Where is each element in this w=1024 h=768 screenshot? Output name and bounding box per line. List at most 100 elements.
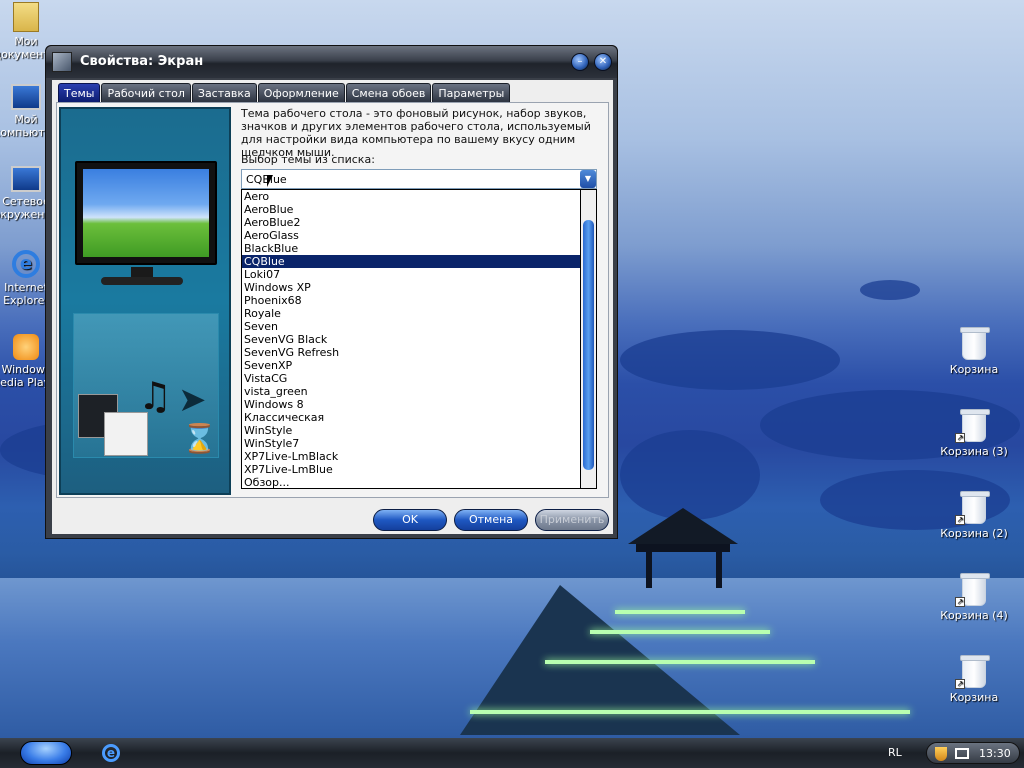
window-client-area: Темы Рабочий стол Заставка Оформление См… bbox=[52, 80, 613, 534]
theme-list-item[interactable]: AeroGlass bbox=[242, 229, 580, 242]
theme-list-item[interactable]: Phoenix68 bbox=[242, 294, 580, 307]
tab-settings[interactable]: Параметры bbox=[432, 83, 511, 102]
desktop-icon-recycle-bin-3[interactable]: ↗ Корзина (3) bbox=[938, 409, 1010, 458]
theme-list-item[interactable]: VistaCG bbox=[242, 372, 580, 385]
theme-list-item[interactable]: XP7Live-LmBlack bbox=[242, 450, 580, 463]
ie-icon: e bbox=[12, 250, 40, 278]
desktop-icon-label: Корзина (2) bbox=[940, 527, 1008, 540]
pier-light bbox=[615, 610, 745, 614]
tab-desktop[interactable]: Рабочий стол bbox=[101, 83, 191, 102]
pier-light bbox=[545, 660, 815, 664]
theme-list-item[interactable]: Loki07 bbox=[242, 268, 580, 281]
desktop-icon-recycle-bin-5[interactable]: ↗ Корзина bbox=[938, 655, 1010, 704]
hourglass-icon: ⌛ bbox=[182, 422, 217, 455]
desktop-icon-recycle-bin[interactable]: Корзина bbox=[938, 327, 1010, 376]
language-indicator[interactable]: RL bbox=[888, 746, 902, 759]
appearance-preview: ♫ ➤ ⌛ bbox=[73, 313, 219, 458]
music-note-icon: ♫ bbox=[138, 374, 173, 418]
theme-list-item[interactable]: WinStyle7 bbox=[242, 437, 580, 450]
theme-select[interactable]: CQBlue ▼ bbox=[241, 169, 597, 189]
cloud-decor bbox=[620, 430, 760, 520]
hut-roof bbox=[628, 508, 738, 544]
theme-list-scrollbar[interactable] bbox=[581, 189, 597, 489]
theme-list-item[interactable]: BlackBlue bbox=[242, 242, 580, 255]
system-tray: 13:30 bbox=[926, 742, 1020, 764]
theme-list-item[interactable]: SevenVG Black bbox=[242, 333, 580, 346]
close-button[interactable]: ✕ bbox=[594, 53, 612, 71]
shortcut-arrow-icon: ↗ bbox=[955, 597, 965, 607]
ok-button[interactable]: OK bbox=[373, 509, 447, 531]
theme-list-item[interactable]: SevenVG Refresh bbox=[242, 346, 580, 359]
apply-button[interactable]: Применить bbox=[535, 509, 609, 531]
theme-list-item[interactable]: WinStyle bbox=[242, 424, 580, 437]
media-player-icon bbox=[13, 334, 39, 360]
monitor-preview bbox=[75, 161, 217, 265]
folder-icon bbox=[13, 2, 39, 32]
recycle-bin-icon: ↗ bbox=[955, 491, 990, 525]
desktop-icon-label: Корзина (4) bbox=[940, 609, 1008, 622]
shortcut-arrow-icon: ↗ bbox=[955, 433, 965, 443]
display-icon bbox=[52, 52, 72, 72]
taskbar: e RL 13:30 bbox=[0, 738, 1024, 768]
tab-appearance[interactable]: Оформление bbox=[257, 83, 345, 102]
hut-post bbox=[646, 552, 652, 588]
hut-post bbox=[716, 552, 722, 588]
theme-list-item[interactable]: Aero bbox=[242, 190, 580, 203]
theme-list-item[interactable]: XP7Live-LmBlue bbox=[242, 463, 580, 476]
computer-icon bbox=[11, 84, 41, 110]
desktop-icon-recycle-bin-4[interactable]: ↗ Корзина (4) bbox=[938, 573, 1010, 622]
recycle-bin-icon: ↗ bbox=[955, 573, 990, 607]
desktop-icon-label: Корзина (3) bbox=[940, 445, 1008, 458]
tab-strip: Темы Рабочий стол Заставка Оформление См… bbox=[58, 83, 511, 103]
display-properties-window: Свойства: Экран – ✕ Темы Рабочий стол За… bbox=[45, 45, 618, 539]
preview-wallpaper bbox=[83, 169, 209, 257]
clock[interactable]: 13:30 bbox=[979, 747, 1011, 760]
monitor-stand bbox=[131, 267, 153, 277]
monitor-base bbox=[101, 277, 183, 285]
theme-description: Тема рабочего стола - это фоновый рисуно… bbox=[241, 107, 591, 159]
theme-list-item[interactable]: SevenXP bbox=[242, 359, 580, 372]
cursor-arrow-icon: ➤ bbox=[178, 380, 207, 420]
network-status-icon[interactable] bbox=[955, 748, 969, 759]
pier-light bbox=[470, 710, 910, 714]
theme-list-item[interactable]: Классическая bbox=[242, 411, 580, 424]
themes-tab-panel: ♫ ➤ ⌛ Тема рабочего стола - это фоновый … bbox=[56, 102, 609, 498]
help-button[interactable]: – bbox=[571, 53, 589, 71]
desktop-icon-label: Корзина bbox=[949, 691, 999, 704]
desktop-icon-label: Корзина bbox=[949, 363, 999, 376]
theme-list-item[interactable]: Seven bbox=[242, 320, 580, 333]
theme-list-item[interactable]: Windows 8 bbox=[242, 398, 580, 411]
mouse-cursor-icon bbox=[267, 175, 273, 187]
cloud-decor bbox=[620, 330, 840, 390]
security-shield-icon[interactable] bbox=[935, 747, 947, 761]
theme-list-item[interactable]: Обзор... bbox=[242, 476, 580, 488]
cancel-button[interactable]: Отмена bbox=[454, 509, 528, 531]
chevron-down-icon[interactable]: ▼ bbox=[580, 170, 596, 188]
theme-list-item[interactable]: vista_green bbox=[242, 385, 580, 398]
desktop-icon-recycle-bin-2[interactable]: ↗ Корзина (2) bbox=[938, 491, 1010, 540]
theme-list-item[interactable]: Royale bbox=[242, 307, 580, 320]
theme-list-item[interactable]: AeroBlue2 bbox=[242, 216, 580, 229]
theme-list-item[interactable]: CQBlue bbox=[242, 254, 580, 269]
recycle-bin-icon: ↗ bbox=[955, 655, 990, 689]
theme-list-item[interactable]: Windows XP bbox=[242, 281, 580, 294]
recycle-bin-icon: ↗ bbox=[955, 409, 990, 443]
start-button[interactable] bbox=[20, 741, 72, 765]
window-title: Свойства: Экран bbox=[80, 54, 204, 69]
tab-wallpaper-changer[interactable]: Смена обоев bbox=[345, 83, 432, 102]
tab-screensaver[interactable]: Заставка bbox=[191, 83, 257, 102]
network-icon bbox=[11, 166, 41, 192]
tab-themes[interactable]: Темы bbox=[58, 83, 101, 102]
desktop-icon-label: Internet Explorer bbox=[3, 281, 49, 307]
pier-light bbox=[590, 630, 770, 634]
title-bar[interactable]: Свойства: Экран – ✕ bbox=[46, 46, 617, 78]
shortcut-arrow-icon: ↗ bbox=[955, 515, 965, 525]
theme-preview: ♫ ➤ ⌛ bbox=[59, 107, 231, 495]
ie-quicklaunch-icon[interactable]: e bbox=[102, 744, 120, 762]
theme-dropdown-list[interactable]: Aero AeroBlue AeroBlue2 AeroGlass BlackBlue C… bbox=[241, 189, 581, 489]
mini-window-preview bbox=[104, 412, 148, 456]
theme-list-item[interactable]: AeroBlue bbox=[242, 203, 580, 216]
recycle-bin-icon bbox=[960, 327, 990, 360]
scrollbar-thumb[interactable] bbox=[583, 220, 594, 470]
theme-select-label: Выбор темы из списка: bbox=[241, 153, 375, 166]
